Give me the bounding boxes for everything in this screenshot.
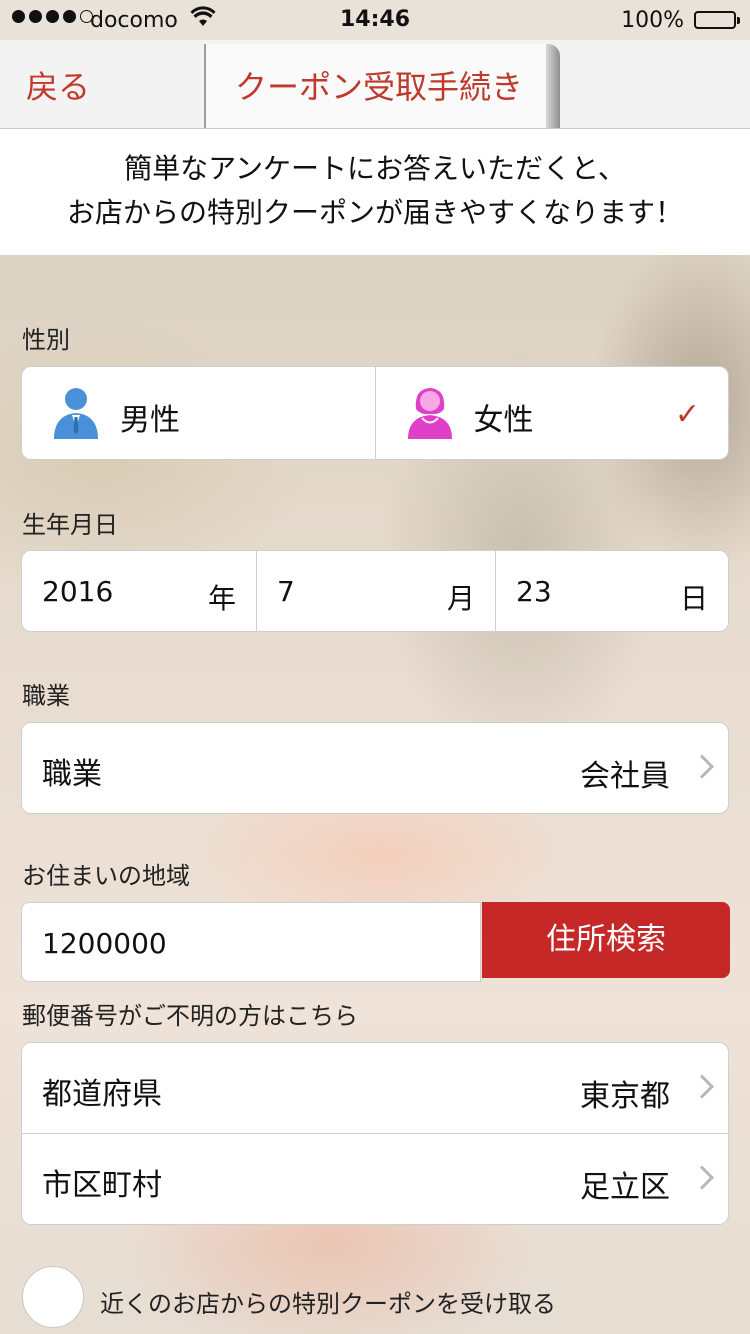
- occupation-key: 職業: [42, 757, 102, 792]
- address-fields: 都道府県 東京都 市区町村 足立区: [21, 1042, 729, 1225]
- intro-line-2: お店からの特別クーポンが届きやすくなります！: [66, 196, 683, 229]
- battery-percent: 100%: [621, 8, 684, 33]
- city-key: 市区町村: [42, 1168, 162, 1203]
- battery-icon: [694, 11, 740, 29]
- female-person-icon: [404, 385, 456, 443]
- postal-code-value: 1200000: [42, 927, 167, 960]
- birth-day-value: 23: [516, 575, 552, 608]
- occupation-row[interactable]: 職業 会社員: [22, 723, 728, 813]
- navigation-bar: 戻る クーポン受取手続き: [0, 40, 750, 129]
- birth-day-field[interactable]: 23 日: [495, 551, 728, 631]
- birthday-field: 2016 年 7 月 23 日: [21, 550, 729, 632]
- intro-line-1: 簡単なアンケートにお答えいただくと、: [124, 152, 626, 185]
- intro-message: 簡単なアンケートにお答えいただくと、 お店からの特別クーポンが届きやすくなります…: [0, 129, 750, 255]
- prefecture-row[interactable]: 都道府県 東京都: [22, 1043, 728, 1133]
- page-title: クーポン受取手続き: [234, 68, 523, 106]
- birth-year-value: 2016: [42, 575, 114, 608]
- birthday-label: 生年月日: [22, 511, 118, 539]
- gender-option-male[interactable]: 男性: [22, 367, 375, 459]
- chevron-right-icon: [690, 754, 715, 779]
- checkmark-icon: ✓: [674, 397, 700, 432]
- gender-selector: 男性 女性 ✓: [21, 366, 729, 460]
- address-search-button[interactable]: 住所検索: [482, 902, 730, 978]
- gender-label: 性別: [22, 326, 70, 354]
- occupation-field: 職業 会社員: [21, 722, 729, 814]
- prefecture-key: 都道府県: [42, 1077, 162, 1112]
- chevron-right-icon: [690, 1165, 715, 1190]
- gender-option-female[interactable]: 女性 ✓: [374, 367, 729, 459]
- postal-help-link[interactable]: 郵便番号がご不明の方はこちら: [22, 996, 358, 1031]
- prefecture-value: 東京都: [580, 1079, 670, 1114]
- birth-month-value: 7: [277, 575, 295, 608]
- region-label: お住まいの地域: [22, 862, 190, 890]
- city-row[interactable]: 市区町村 足立区: [22, 1133, 728, 1224]
- birth-month-field[interactable]: 7 月: [256, 551, 495, 631]
- birth-year-field[interactable]: 2016 年: [22, 551, 256, 631]
- male-label: 男性: [120, 403, 180, 438]
- back-button[interactable]: 戻る: [26, 62, 90, 108]
- city-value: 足立区: [580, 1170, 670, 1205]
- status-bar: docomo 14:46 100%: [0, 0, 750, 40]
- coupon-opt-in-radio[interactable]: [22, 1266, 84, 1328]
- birth-year-unit: 年: [207, 582, 236, 615]
- occupation-value: 会社員: [580, 759, 670, 794]
- chevron-right-icon: [690, 1074, 715, 1099]
- coupon-opt-in-label[interactable]: 近くのお店からの特別クーポンを受け取る: [100, 1284, 556, 1319]
- occupation-label: 職業: [22, 682, 70, 710]
- female-label: 女性: [473, 403, 534, 438]
- male-person-icon: [50, 385, 102, 443]
- postal-code-input[interactable]: 1200000: [21, 902, 481, 982]
- birth-day-unit: 日: [679, 582, 708, 615]
- birth-month-unit: 月: [446, 582, 475, 615]
